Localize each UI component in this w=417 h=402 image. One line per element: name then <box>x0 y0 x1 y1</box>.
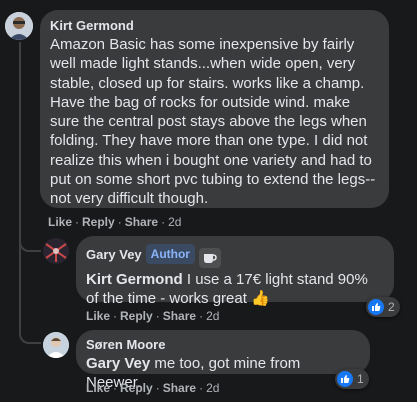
reply-bubble: Gary Vey Author Kirt Germond I use a 17€ … <box>76 236 394 307</box>
reaction-count[interactable]: 2 <box>366 297 400 317</box>
share-link[interactable]: Share <box>163 381 196 395</box>
reply-text: Kirt Germond I use a 17€ light stand 90%… <box>86 270 382 309</box>
comment-author[interactable]: Kirt Germond <box>50 18 377 34</box>
comment-bubble: Kirt Germond Amazon Basic has some inexp… <box>40 10 389 208</box>
reply-link[interactable]: Reply <box>120 309 153 323</box>
avatar[interactable] <box>43 238 69 264</box>
comment-text: Amazon Basic has some inexpensive by fai… <box>50 36 376 208</box>
reply-author-name[interactable]: Gary Vey <box>86 247 142 262</box>
reply-actions: Like · Reply · Share · 2d <box>86 309 220 323</box>
comment-actions: Like · Reply · Share · 2d <box>48 215 182 229</box>
avatar[interactable] <box>43 332 69 358</box>
thread-connector <box>19 274 41 344</box>
avatar[interactable] <box>5 12 33 40</box>
reply-link[interactable]: Reply <box>82 215 115 229</box>
mention-link[interactable]: Gary Vey <box>86 355 150 372</box>
share-link[interactable]: Share <box>163 309 196 323</box>
like-link[interactable]: Like <box>86 309 110 323</box>
thread-connector <box>19 232 41 252</box>
reaction-count-number: 1 <box>357 372 364 386</box>
profile-photo-icon <box>43 238 69 264</box>
like-link[interactable]: Like <box>48 215 72 229</box>
profile-photo-icon <box>5 12 33 40</box>
reply-actions: Like · Reply · Share · 2d <box>86 381 220 395</box>
reaction-count-number: 2 <box>388 300 395 314</box>
timestamp[interactable]: 2d <box>206 309 219 323</box>
reply-author: Gary Vey Author <box>86 244 382 268</box>
coffee-cup-icon[interactable] <box>198 248 221 268</box>
reply-bubble: Søren Moore Gary Vey me too, got mine fr… <box>76 330 370 391</box>
thumbs-up-emoji: 👍 <box>251 290 270 308</box>
like-reaction-icon <box>337 371 353 387</box>
share-link[interactable]: Share <box>125 215 158 229</box>
mention-link[interactable]: Kirt Germond <box>86 271 183 288</box>
author-badge: Author <box>145 244 195 264</box>
profile-photo-icon <box>43 332 69 358</box>
like-link[interactable]: Like <box>86 381 110 395</box>
reply-author[interactable]: Søren Moore <box>86 337 358 353</box>
reaction-count[interactable]: 1 <box>335 369 369 389</box>
timestamp[interactable]: 2d <box>206 381 219 395</box>
reply-link[interactable]: Reply <box>120 381 153 395</box>
like-reaction-icon <box>368 299 384 315</box>
timestamp[interactable]: 2d <box>168 215 181 229</box>
